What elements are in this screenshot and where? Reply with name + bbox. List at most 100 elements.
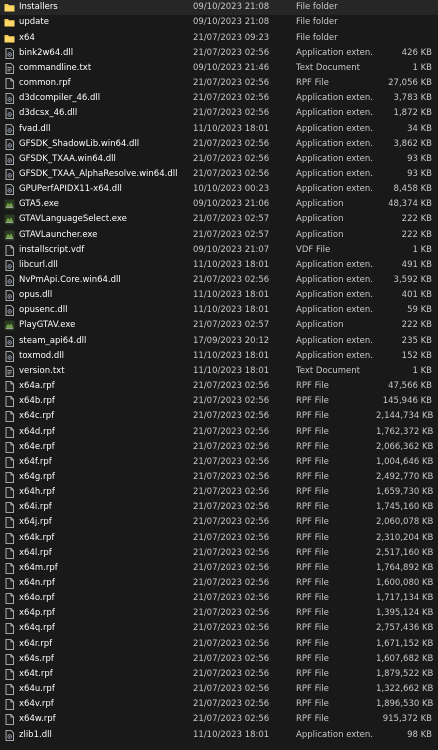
file-name: x64h.rpf: [19, 487, 55, 498]
file-row[interactable]: libcurl.dll 11/10/2023 18:01 Application e…: [0, 258, 438, 273]
date-modified: 11/10/2023 18:01: [193, 305, 270, 316]
file-name: opus.dll: [19, 290, 53, 301]
file-name: common.rpf: [19, 78, 71, 89]
file-row[interactable]: x64o.rpf 21/07/2023 02:56 RPF File 1,717,13…: [0, 591, 438, 606]
file-type: RPF File: [296, 532, 329, 543]
file-name: x64f.rpf: [19, 456, 52, 467]
file-icon: [4, 547, 15, 559]
file-row[interactable]: x64q.rpf 21/07/2023 02:56 RPF File 2,757,43…: [0, 621, 438, 636]
file-type: RPF File: [296, 502, 329, 513]
file-type: Application exten...: [296, 153, 374, 164]
date-modified: 21/07/2023 02:56: [193, 426, 270, 437]
file-row[interactable]: steam_api64.dll 17/09/2023 20:12 Applicati…: [0, 334, 438, 349]
file-row[interactable]: x64s.rpf 21/07/2023 02:56 RPF File 1,607,68…: [0, 652, 438, 667]
file-row[interactable]: bink2w64.dll 21/07/2023 02:56 Application …: [0, 46, 438, 61]
file-row[interactable]: toxmod.dll 11/10/2023 18:01 Application ex…: [0, 349, 438, 364]
file-row[interactable]: x64w.rpf 21/07/2023 02:56 RPF File 915,372 …: [0, 712, 438, 727]
file-row[interactable]: common.rpf 21/07/2023 02:56 RPF File 27,056…: [0, 76, 438, 91]
file-size: 235 KB: [401, 335, 432, 346]
date-modified: 21/07/2023 02:56: [193, 562, 270, 573]
file-row[interactable]: installscript.vdf 09/10/2023 21:07 VDF Fil…: [0, 243, 438, 258]
file-row[interactable]: x64 21/07/2023 09:23 File folder: [0, 31, 438, 46]
file-type: File folder: [296, 2, 338, 13]
file-row[interactable]: x64f.rpf 21/07/2023 02:56 RPF File 1,004,64…: [0, 455, 438, 470]
file-row[interactable]: x64i.rpf 21/07/2023 02:56 RPF File 1,745,16…: [0, 500, 438, 515]
file-row[interactable]: GFSDK_TXAA_AlphaResolve.win64.dll 21/07/2…: [0, 167, 438, 182]
file-size: 2,066,362 KB: [376, 441, 434, 452]
file-size: 2,517,160 KB: [376, 547, 434, 558]
file-size: 145,946 KB: [382, 396, 432, 407]
file-row[interactable]: GTAVLauncher.exe 21/07/2023 02:57 Applicat…: [0, 228, 438, 243]
file-size: 1 KB: [412, 62, 432, 73]
dll-file-icon: [4, 335, 15, 347]
date-modified: 21/07/2023 09:23: [193, 32, 270, 43]
date-modified: 21/07/2023 02:56: [193, 93, 270, 104]
file-icon: [4, 502, 15, 514]
dll-file-icon: [4, 108, 15, 120]
file-row[interactable]: x64t.rpf 21/07/2023 02:56 RPF File 1,879,52…: [0, 667, 438, 682]
gta-app-icon: [4, 320, 15, 331]
date-modified: 21/07/2023 02:56: [193, 381, 270, 392]
file-row[interactable]: fvad.dll 11/10/2023 18:01 Application exte…: [0, 122, 438, 137]
file-row[interactable]: x64l.rpf 21/07/2023 02:56 RPF File 2,517,16…: [0, 546, 438, 561]
file-row[interactable]: x64n.rpf 21/07/2023 02:56 RPF File 1,600,08…: [0, 576, 438, 591]
file-row[interactable]: x64m.rpf 21/07/2023 02:56 RPF File 1,764,89…: [0, 561, 438, 576]
file-row[interactable]: x64g.rpf 21/07/2023 02:56 RPF File 2,492,77…: [0, 470, 438, 485]
file-row[interactable]: x64b.rpf 21/07/2023 02:56 RPF File 145,946 …: [0, 394, 438, 409]
file-row[interactable]: x64p.rpf 21/07/2023 02:56 RPF File 1,395,12…: [0, 606, 438, 621]
file-row[interactable]: GTAVLanguageSelect.exe 21/07/2023 02:57 Ap…: [0, 212, 438, 227]
file-name: x64c.rpf: [19, 411, 55, 422]
file-row[interactable]: x64d.rpf 21/07/2023 02:56 RPF File 1,762,37…: [0, 425, 438, 440]
file-size: 915,372 KB: [382, 714, 432, 725]
file-row[interactable]: opusenc.dll 11/10/2023 18:01 Application e…: [0, 303, 438, 318]
file-type: Application exten...: [296, 108, 374, 119]
file-row[interactable]: d3dcompiler_46.dll 21/07/2023 02:56 Applic…: [0, 91, 438, 106]
file-type: RPF File: [296, 714, 329, 725]
file-icon: [4, 653, 15, 665]
file-row[interactable]: Installers 09/10/2023 21:08 File folder: [0, 0, 438, 16]
file-row[interactable]: x64a.rpf 21/07/2023 02:56 RPF File 47,566 K…: [0, 379, 438, 394]
file-row[interactable]: x64v.rpf 21/07/2023 02:56 RPF File 1,896,53…: [0, 697, 438, 712]
file-row[interactable]: GFSDK_ShadowLib.win64.dll 21/07/2023 02:5…: [0, 137, 438, 152]
file-row[interactable]: PlayGTAV.exe 21/07/2023 02:57 Application 2…: [0, 318, 438, 333]
file-name: x64b.rpf: [19, 396, 55, 407]
file-size: 401 KB: [401, 290, 432, 301]
file-size: 2,757,436 KB: [376, 623, 434, 634]
file-row[interactable]: GFSDK_TXAA.win64.dll 21/07/2023 02:56 Appl…: [0, 152, 438, 167]
file-type: RPF File: [296, 487, 329, 498]
file-row[interactable]: x64u.rpf 21/07/2023 02:56 RPF File 1,322,66…: [0, 682, 438, 697]
file-row[interactable]: opus.dll 11/10/2023 18:01 Application exte…: [0, 288, 438, 303]
file-type: File folder: [296, 32, 338, 43]
file-row[interactable]: x64k.rpf 21/07/2023 02:56 RPF File 2,310,20…: [0, 531, 438, 546]
file-row[interactable]: NvPmApi.Core.win64.dll 21/07/2023 02:56 Ap…: [0, 273, 438, 288]
date-modified: 21/07/2023 02:56: [193, 471, 270, 482]
file-row[interactable]: update 09/10/2023 21:08 File folder: [0, 15, 438, 30]
file-row[interactable]: x64r.rpf 21/07/2023 02:56 RPF File 1,671,15…: [0, 637, 438, 652]
file-row[interactable]: d3dcsx_46.dll 21/07/2023 02:56 Application…: [0, 106, 438, 121]
file-row[interactable]: GTA5.exe 09/10/2023 21:06 Application 48,37…: [0, 197, 438, 212]
file-type: RPF File: [296, 608, 329, 619]
file-type: RPF File: [296, 456, 329, 467]
date-modified: 21/07/2023 02:56: [193, 699, 270, 710]
file-row[interactable]: x64h.rpf 21/07/2023 02:56 RPF File 1,659,73…: [0, 485, 438, 500]
file-row[interactable]: zlib1.dll 11/10/2023 18:01 Application ext…: [0, 728, 438, 743]
file-row[interactable]: version.txt 11/10/2023 18:01 Text Document…: [0, 364, 438, 379]
file-size: 93 KB: [407, 153, 432, 164]
file-row[interactable]: commandline.txt 09/10/2023 21:46 Text Docu…: [0, 61, 438, 76]
file-name: x64l.rpf: [19, 547, 52, 558]
file-row[interactable]: GPUPerfAPIDX11-x64.dll 10/10/2023 00:23 Ap…: [0, 182, 438, 197]
file-icon: [4, 668, 15, 680]
file-type: Application: [296, 199, 344, 210]
dll-file-icon: [4, 138, 15, 150]
file-row[interactable]: x64e.rpf 21/07/2023 02:56 RPF File 2,066,36…: [0, 440, 438, 455]
file-size: 1,322,662 KB: [376, 684, 434, 695]
file-type: Application: [296, 320, 344, 331]
file-row[interactable]: x64j.rpf 21/07/2023 02:56 RPF File 2,060,07…: [0, 515, 438, 530]
file-type: Application exten...: [296, 168, 374, 179]
file-row[interactable]: x64c.rpf 21/07/2023 02:56 RPF File 2,144,73…: [0, 409, 438, 424]
file-name: commandline.txt: [19, 62, 92, 73]
file-name: x64p.rpf: [19, 608, 55, 619]
file-name: d3dcsx_46.dll: [19, 108, 78, 119]
date-modified: 21/07/2023 02:56: [193, 108, 270, 119]
file-type: RPF File: [296, 638, 329, 649]
